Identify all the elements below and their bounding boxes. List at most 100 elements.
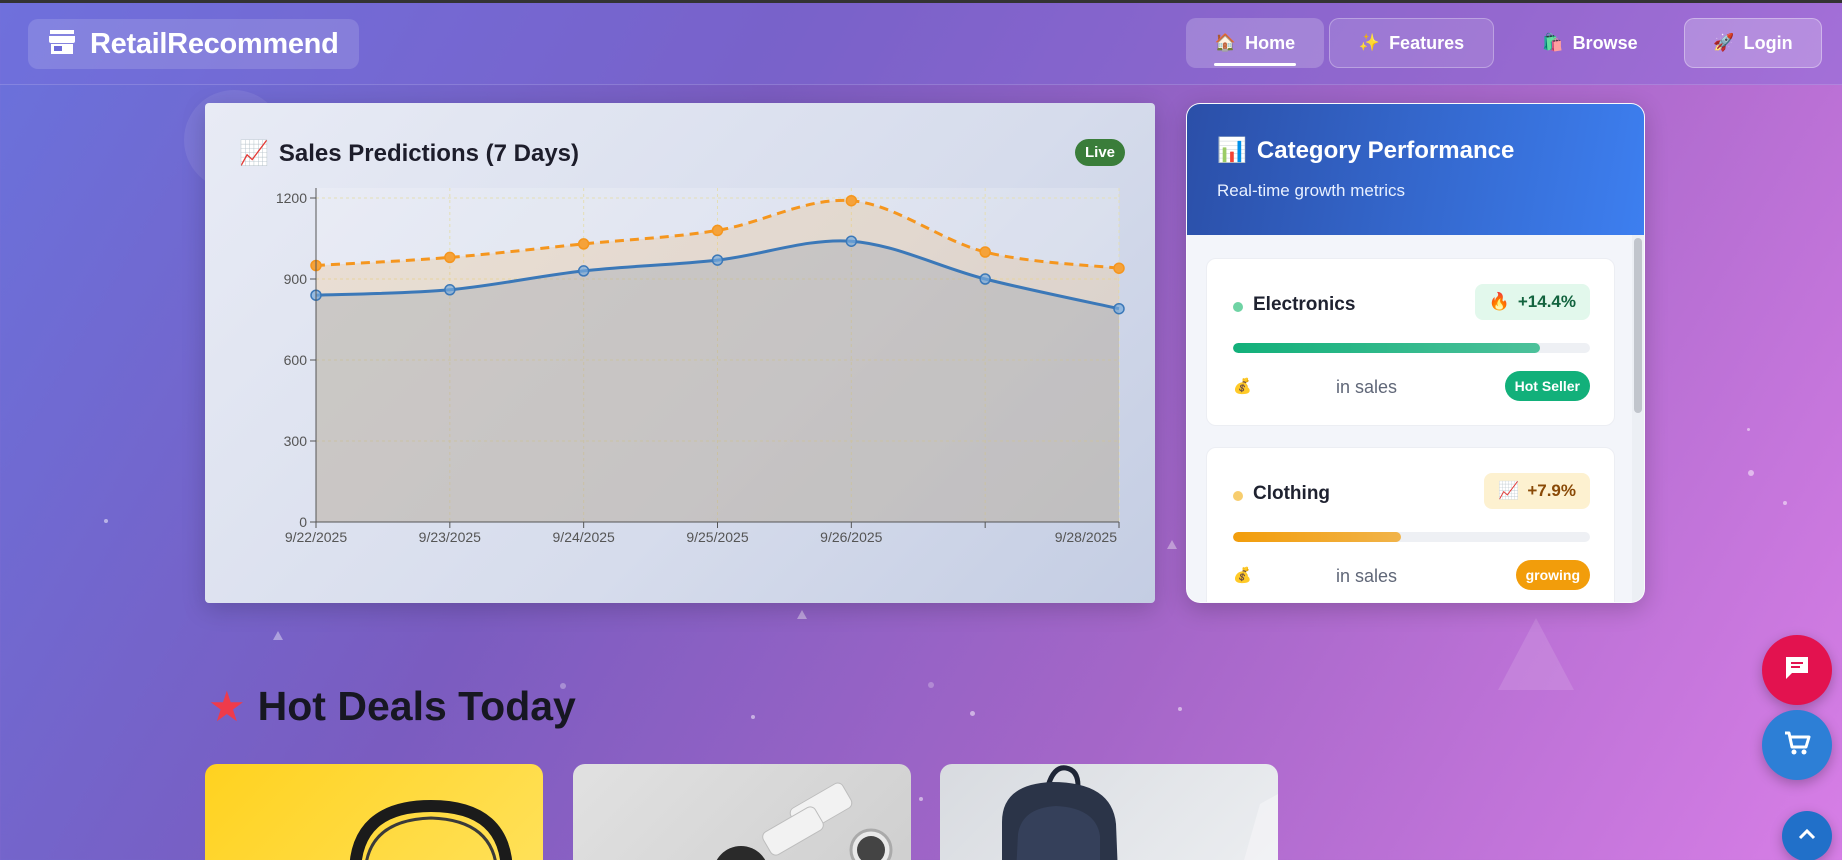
status-tag: Hot Seller (1504, 371, 1590, 401)
sales-text: in sales (1336, 566, 1398, 586)
x-tick-label: 9/23/2025 (419, 529, 481, 545)
cart-icon (1782, 728, 1812, 763)
decorative-dot (751, 715, 755, 719)
progress-fill (1233, 532, 1401, 542)
decorative-triangle (797, 610, 807, 619)
star-icon: ★ (208, 683, 246, 730)
data-point (845, 194, 858, 207)
decorative-dot (919, 797, 923, 801)
nav-login-label: Login (1743, 32, 1793, 53)
nav-login-button[interactable]: 🚀 Login (1684, 18, 1822, 68)
cart-button[interactable] (1762, 710, 1832, 780)
category-list[interactable]: Electronics 🔥 +14.4% 💰 in sales Hot Sell… (1187, 235, 1644, 602)
bar-chart-icon: 📊 (1217, 137, 1247, 164)
decorative-dot (970, 711, 975, 716)
decorative-dot (928, 682, 934, 688)
x-tick-label: 9/28/2025 (1055, 529, 1117, 545)
sales-chart: 0 300 600 900 1200 9/22/2025 9/23/2025 9/24/202… (276, 188, 1125, 545)
x-tick-label: 9/24/2025 (553, 529, 615, 545)
scroll-top-icon (1797, 827, 1817, 846)
progress-fill (1233, 343, 1541, 353)
sales-title: 📈 Sales Predictions (7 Days) (239, 139, 579, 168)
category-performance-card: 📊 Category Performance Real-time growth … (1186, 103, 1645, 603)
y-tick-label: 600 (284, 352, 308, 368)
category-subtitle: Real-time growth metrics (1217, 181, 1405, 200)
decorative-dot (1747, 428, 1750, 431)
chat-button[interactable] (1762, 635, 1832, 705)
category-dot (1233, 491, 1243, 501)
rocket-icon: 🚀 (1713, 33, 1735, 52)
live-badge: Live (1074, 139, 1125, 166)
y-tick-label: 0 (299, 514, 307, 530)
x-tick-label: 9/26/2025 (820, 529, 882, 545)
data-point (979, 273, 991, 285)
data-point (444, 251, 456, 264)
shopping-bags-icon: 🛍️ (1542, 33, 1564, 52)
y-tick-label: 900 (284, 271, 308, 287)
brand-logo[interactable]: RetailRecommend (28, 19, 359, 69)
decorative-dot (1783, 501, 1787, 505)
sales-predictions-card: 0 300 600 900 1200 9/22/2025 9/23/2025 9/24/202… (205, 103, 1155, 603)
progress-bar (1233, 343, 1590, 353)
growth-value: +7.9% (1527, 481, 1576, 500)
data-point (1113, 262, 1125, 274)
nav-features-button[interactable]: ✨ Features (1329, 18, 1494, 68)
nav-home-button[interactable]: 🏠 Home (1186, 18, 1324, 68)
scroll-top-button[interactable] (1782, 811, 1832, 860)
y-tick-label: 300 (284, 433, 308, 449)
sales-title-text: Sales Predictions (7 Days) (278, 139, 580, 167)
hot-deals-title: Hot Deals Today (257, 683, 576, 729)
deal-card-headphones[interactable] (205, 764, 543, 860)
sales-text: in sales (1336, 377, 1398, 397)
nav-browse-label: Browse (1572, 32, 1638, 53)
backpack-image (1002, 765, 1278, 860)
data-point (444, 284, 456, 296)
y-tick-label: 1200 (276, 190, 307, 206)
growth-badge: 📈 +7.9% (1484, 473, 1590, 509)
x-tick-label: 9/22/2025 (285, 529, 347, 545)
category-title-text: Category Performance (1256, 136, 1515, 164)
data-point (577, 238, 590, 250)
category-item-clothing[interactable]: Clothing 📈 +7.9% 💰 in sales growing (1206, 447, 1615, 602)
chat-icon (1783, 654, 1811, 687)
home-icon: 🏠 (1214, 33, 1237, 52)
decorative-dot (1748, 470, 1754, 476)
decorative-triangle (1498, 618, 1574, 690)
deal-card-smartwatch[interactable] (573, 764, 911, 860)
money-bag-icon: 💰 (1233, 567, 1252, 584)
category-scrollbar-thumb[interactable] (1634, 238, 1642, 413)
category-title: 📊 Category Performance (1217, 136, 1614, 165)
nav-browse-button[interactable]: 🛍️ Browse (1523, 18, 1657, 68)
decorative-triangle (273, 631, 283, 640)
growth-badge: 🔥 +14.4% (1474, 284, 1590, 320)
hot-deals-heading: ★ Hot Deals Today (208, 682, 576, 731)
active-underline (1214, 63, 1296, 66)
decorative-dot (1178, 707, 1182, 711)
category-header: 📊 Category Performance Real-time growth … (1187, 104, 1644, 235)
nav-features-label: Features (1389, 32, 1465, 53)
category-name: Electronics (1253, 294, 1356, 315)
progress-bar (1233, 532, 1590, 542)
decorative-triangle (1167, 540, 1177, 549)
data-point (1113, 302, 1125, 315)
category-item-electronics[interactable]: Electronics 🔥 +14.4% 💰 in sales Hot Sell… (1206, 258, 1615, 426)
decorative-dot (104, 519, 108, 523)
sparkles-icon: ✨ (1358, 33, 1381, 52)
store-icon (48, 29, 76, 60)
data-point (711, 254, 724, 266)
data-point (979, 246, 991, 258)
growth-value: +14.4% (1517, 292, 1576, 311)
chart-increasing-icon: 📈 (1498, 481, 1520, 500)
data-point (845, 235, 858, 247)
data-point (577, 265, 590, 277)
top-navbar: RetailRecommend 🏠 Home ✨ Features 🛍️ Bro… (0, 3, 1842, 85)
brand-name: RetailRecommend (90, 27, 339, 60)
data-point (711, 224, 724, 237)
headphones-image (349, 799, 513, 860)
fire-icon: 🔥 (1488, 292, 1510, 311)
category-dot (1233, 302, 1243, 312)
category-name: Clothing (1253, 483, 1331, 504)
money-bag-icon: 💰 (1233, 378, 1252, 395)
deal-card-backpack[interactable] (940, 764, 1278, 860)
chart-increasing-icon: 📈 (239, 140, 269, 167)
